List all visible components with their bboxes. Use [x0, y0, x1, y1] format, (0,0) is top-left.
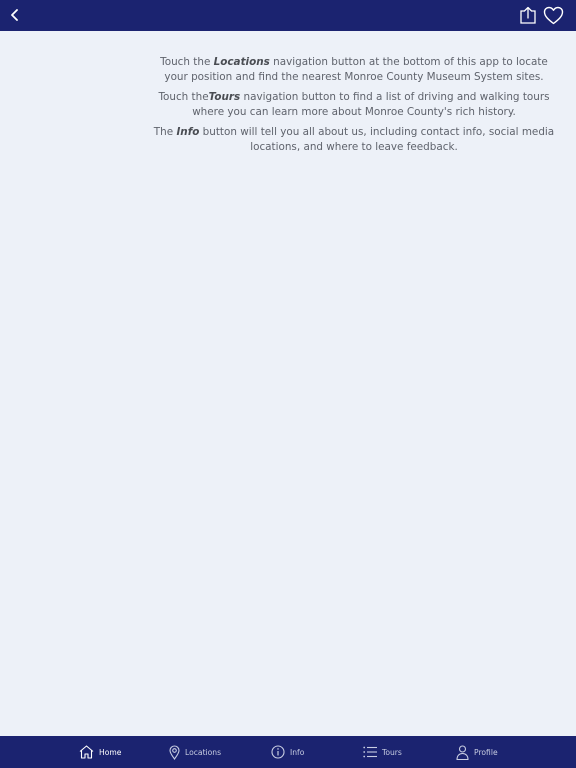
text-run: navigation button to find a list of driv… — [192, 91, 550, 118]
map-pin-icon — [169, 744, 180, 760]
tab-profile[interactable]: Profile — [456, 736, 498, 768]
back-button[interactable] — [6, 6, 24, 24]
heart-icon — [543, 6, 564, 25]
info-icon — [271, 745, 285, 759]
chevron-left-icon — [11, 9, 18, 21]
locations-keyword: Locations — [213, 56, 270, 68]
tab-locations[interactable]: Locations — [169, 736, 221, 768]
tours-paragraph: Touch theTours navigation button to find… — [150, 90, 558, 119]
text-run: button will tell you all about us, inclu… — [199, 126, 555, 153]
tab-tours[interactable]: Tours — [363, 736, 402, 768]
locations-paragraph: Touch the Locations navigation button at… — [150, 55, 558, 84]
top-navigation-bar — [0, 0, 576, 31]
info-paragraph: The Info button will tell you all about … — [150, 125, 558, 154]
home-icon — [79, 745, 94, 759]
tab-home[interactable]: Home — [79, 736, 121, 768]
welcome-text: Touch the Locations navigation button at… — [150, 55, 558, 160]
favorite-button[interactable] — [543, 6, 564, 25]
bottom-tab-bar: Home Locations Info Tours Profile — [0, 736, 576, 768]
tab-label: Profile — [474, 747, 498, 757]
tab-label: Home — [99, 747, 122, 757]
tab-info[interactable]: Info — [271, 736, 304, 768]
person-icon — [456, 744, 469, 760]
list-icon — [363, 746, 377, 758]
tab-label: Locations — [185, 747, 222, 757]
share-icon — [520, 6, 536, 24]
text-run: Touch the — [160, 56, 214, 68]
info-keyword: Info — [176, 126, 200, 138]
tab-label: Info — [290, 747, 305, 757]
tours-keyword: Tours — [208, 91, 241, 103]
tab-label: Tours — [382, 747, 402, 757]
share-button[interactable] — [519, 6, 537, 25]
text-run: Touch the — [158, 91, 209, 103]
text-run: The — [153, 126, 177, 138]
